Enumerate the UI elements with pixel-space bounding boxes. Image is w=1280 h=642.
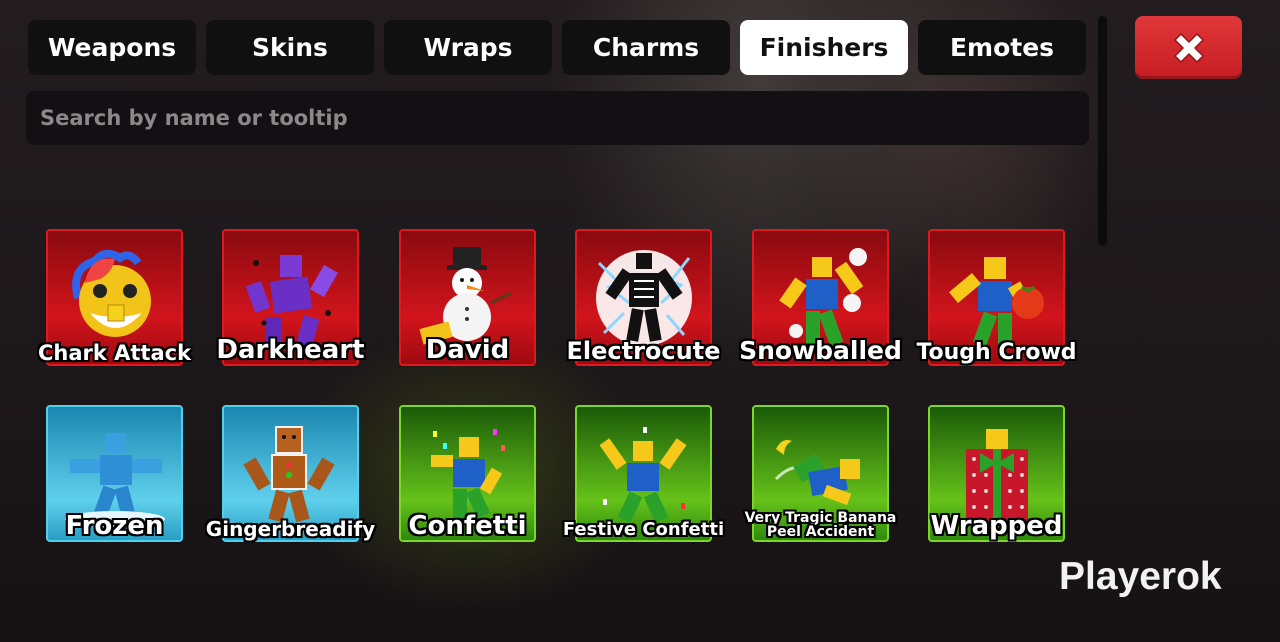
finisher-name: Snowballed [739, 335, 902, 365]
tab-skins[interactable]: Skins [206, 20, 374, 75]
finisher-card-darkheart[interactable]: Darkheart [216, 229, 365, 366]
finisher-name: Festive Confetti [562, 519, 725, 541]
finisher-name: Wrapped [930, 510, 1063, 541]
finisher-card-wrapped[interactable]: Wrapped [928, 405, 1065, 542]
finisher-name: Chark Attack [37, 340, 192, 365]
finisher-name: Gingerbreadify [205, 517, 376, 541]
finisher-card-confetti[interactable]: Confetti [399, 405, 536, 542]
tab-emotes[interactable]: Emotes [918, 20, 1086, 75]
finisher-name: Tough Crowd [916, 339, 1077, 365]
search-input[interactable] [26, 91, 1089, 145]
finisher-card-festive-confetti[interactable]: Festive Confetti [563, 405, 724, 542]
tab-wraps[interactable]: Wraps [384, 20, 552, 75]
finisher-card-chark-attack[interactable]: Chark Attack [38, 229, 191, 366]
finisher-name: Electrocute [566, 336, 721, 365]
finisher-name: Darkheart [216, 334, 365, 365]
finisher-card-gingerbreadify[interactable]: Gingerbreadify [206, 405, 375, 542]
finisher-name: Frozen [65, 510, 164, 541]
close-button[interactable] [1135, 16, 1242, 79]
close-x-icon [1173, 32, 1204, 63]
finisher-card-electrocute[interactable]: Electrocute [567, 229, 720, 366]
category-tabs: Weapons Skins Wraps Charms Finishers Emo… [28, 20, 1086, 75]
tab-weapons[interactable]: Weapons [28, 20, 196, 75]
finisher-card-tough-crowd[interactable]: Tough Crowd [916, 229, 1077, 366]
scrollbar[interactable] [1098, 16, 1107, 246]
finisher-card-frozen[interactable]: Frozen [46, 405, 183, 542]
finisher-card-banana-peel[interactable]: Very Tragic Banana Peel Accident [745, 405, 896, 542]
finisher-card-snowballed[interactable]: Snowballed [739, 229, 902, 366]
finisher-name: Very Tragic Banana Peel Accident [744, 509, 897, 541]
watermark-text: Playerok [1059, 555, 1222, 598]
tab-charms[interactable]: Charms [562, 20, 730, 75]
finisher-name: David [425, 334, 510, 365]
finisher-card-david[interactable]: David [399, 229, 536, 366]
tab-finishers[interactable]: Finishers [740, 20, 908, 75]
finisher-name: Confetti [408, 510, 527, 541]
